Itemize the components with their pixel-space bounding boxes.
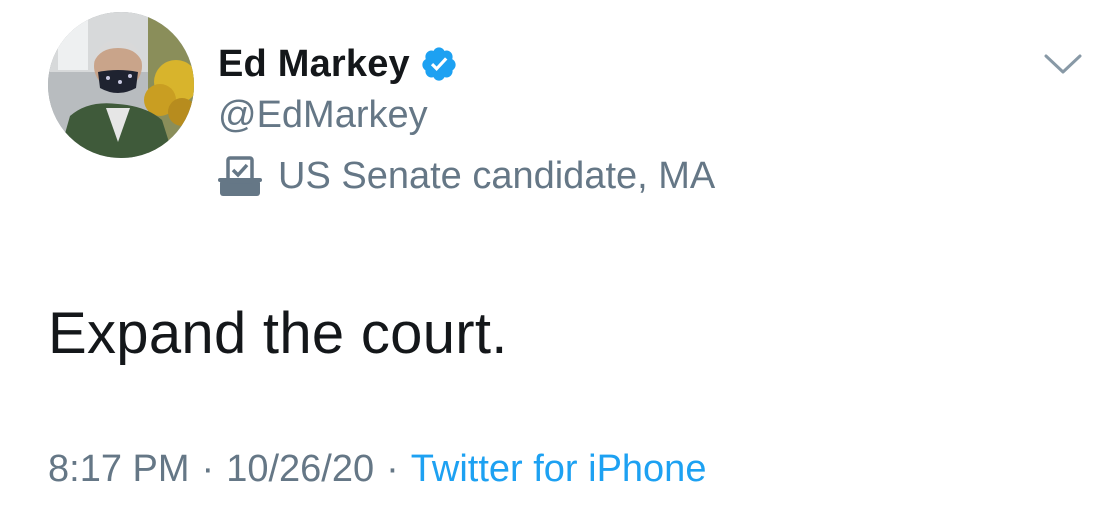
tweet-text: Expand the court. xyxy=(48,301,508,366)
separator-dot: · xyxy=(201,448,215,490)
separator-dot: · xyxy=(386,448,399,490)
verified-badge-icon xyxy=(420,45,458,83)
avatar[interactable] xyxy=(48,12,194,158)
author-name-row[interactable]: Ed Markey xyxy=(218,38,458,90)
avatar-photo xyxy=(48,12,194,158)
display-name[interactable]: Ed Markey xyxy=(218,43,410,86)
tweet-time[interactable]: 8:17 PM xyxy=(48,448,190,491)
tweet-date[interactable]: 10/26/20 xyxy=(226,448,374,491)
tweet-metadata: 8:17 PM · 10/26/20 · Twitter for iPhone xyxy=(48,448,706,491)
label-text: US Senate candidate, MA xyxy=(278,154,716,197)
tweet-card: Ed Markey @EdMarkey US Senate candidate,… xyxy=(0,0,1096,526)
tweet-source-link[interactable]: Twitter for iPhone xyxy=(411,448,707,491)
handle[interactable]: @EdMarkey xyxy=(218,94,428,137)
ballot-box-icon xyxy=(216,152,264,200)
account-label: US Senate candidate, MA xyxy=(216,148,715,204)
chevron-down-icon[interactable] xyxy=(1040,48,1086,78)
